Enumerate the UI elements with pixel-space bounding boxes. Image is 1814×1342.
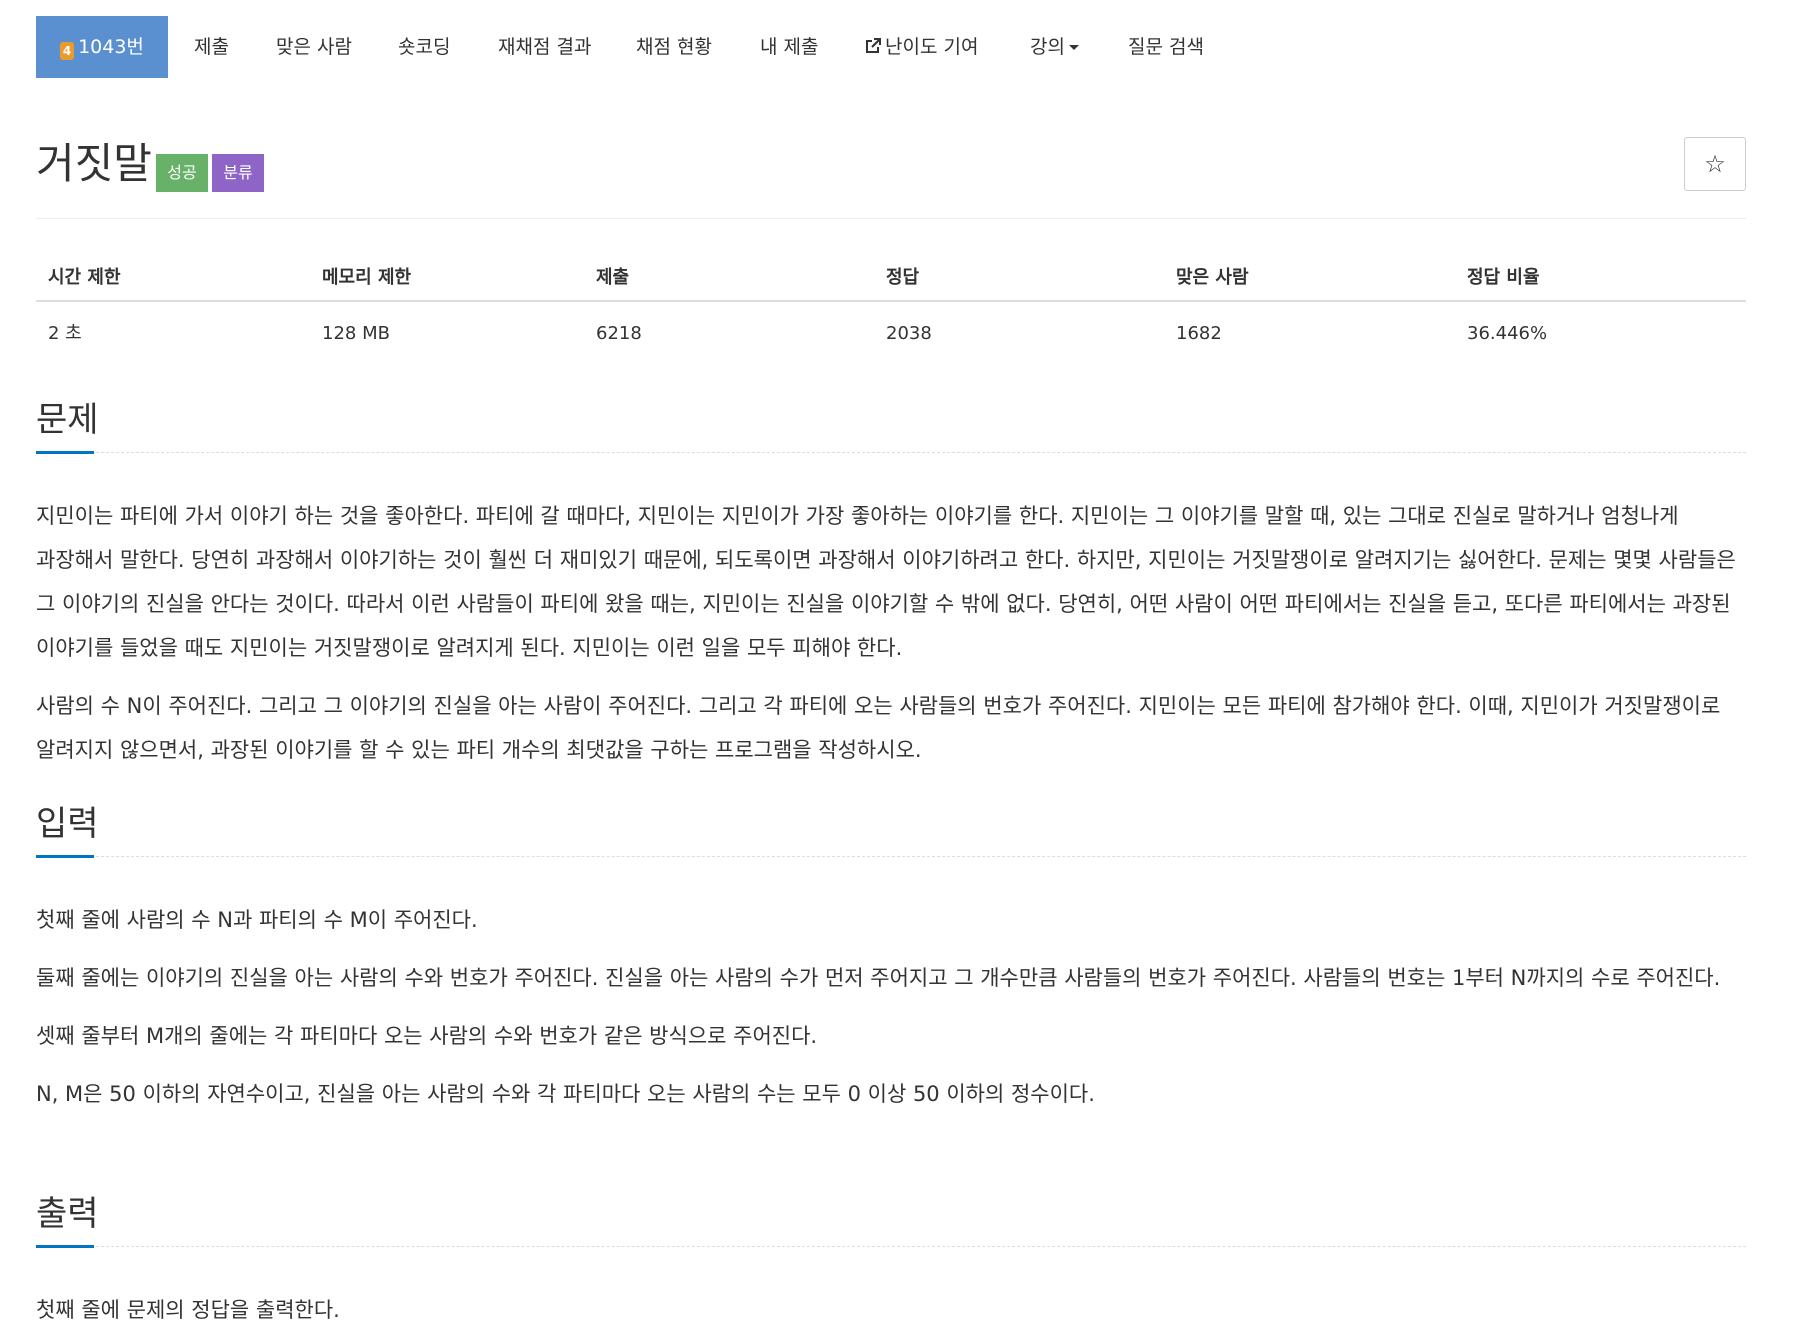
- caret-down-icon: [1068, 45, 1079, 50]
- value-accepted-users: 1682: [1176, 323, 1222, 344]
- title-divider: [36, 218, 1746, 219]
- nav-judge-status[interactable]: 채점 현황: [636, 16, 712, 78]
- header-submissions: 제출: [596, 267, 630, 288]
- table-header-row: 시간 제한 메모리 제한 제출 정답 맞은 사람 정답 비율: [36, 256, 1746, 302]
- nav-rejudge-results[interactable]: 재채점 결과: [498, 16, 591, 78]
- input-paragraph: N, M은 50 이하의 자연수이고, 진실을 아는 사람의 수와 각 파티마다…: [36, 1082, 1095, 1106]
- output-body: 첫째 줄에 문제의 정답을 출력한다.: [36, 1288, 1746, 1332]
- value-accepted: 2038: [886, 323, 932, 344]
- section-header: 입력: [36, 802, 1746, 864]
- status-badge-success[interactable]: 성공: [156, 154, 208, 192]
- problem-title: 거짓말: [36, 139, 152, 188]
- header-memory-limit: 메모리 제한: [322, 267, 412, 288]
- section-divider: [36, 452, 1746, 453]
- nav-short-coding[interactable]: 숏코딩: [398, 16, 450, 78]
- input-paragraph: 첫째 줄에 사람의 수 N과 파티의 수 M이 주어진다.: [36, 908, 478, 932]
- section-underline: [36, 451, 94, 454]
- section-header: 출력: [36, 1192, 1746, 1254]
- category-badge[interactable]: 분류: [212, 154, 264, 192]
- header-accept-ratio: 정답 비율: [1467, 267, 1540, 288]
- external-link-icon: [864, 18, 882, 80]
- table-row: 2 초 128 MB 6218 2038 1682 36.446%: [36, 302, 1746, 346]
- nav-problem-number[interactable]: 4 1043번: [36, 16, 168, 78]
- value-accept-ratio: 36.446%: [1467, 323, 1548, 344]
- header-accepted: 정답: [886, 267, 920, 288]
- description-paragraph: 지민이는 파티에 가서 이야기 하는 것을 좋아한다. 파티에 갈 때마다, 지…: [36, 504, 1736, 660]
- section-underline: [36, 1245, 94, 1248]
- problem-description-body: 지민이는 파티에 가서 이야기 하는 것을 좋아한다. 파티에 갈 때마다, 지…: [36, 494, 1746, 772]
- output-section: 출력 첫째 줄에 문제의 정답을 출력한다.: [36, 1192, 1746, 1332]
- favorite-star-button[interactable]: ☆: [1684, 137, 1746, 191]
- section-title: 입력: [36, 804, 99, 844]
- nav-problem-number-label: 1043번: [78, 36, 144, 58]
- input-body: 첫째 줄에 사람의 수 N과 파티의 수 M이 주어진다. 둘째 줄에는 이야기…: [36, 898, 1746, 1116]
- nav-difficulty-contribution[interactable]: 난이도 기여: [864, 16, 978, 78]
- nav-submit[interactable]: 제출: [194, 16, 229, 78]
- tier-badge-icon: 4: [60, 42, 75, 60]
- section-title: 문제: [36, 400, 99, 440]
- problem-description-section: 문제 지민이는 파티에 가서 이야기 하는 것을 좋아한다. 파티에 갈 때마다…: [36, 398, 1746, 772]
- input-section: 입력 첫째 줄에 사람의 수 N과 파티의 수 M이 주어진다. 둘째 줄에는 …: [36, 802, 1746, 1116]
- nav-accepted-users[interactable]: 맞은 사람: [276, 16, 352, 78]
- section-divider: [36, 1246, 1746, 1247]
- input-paragraph: 셋째 줄부터 M개의 줄에는 각 파티마다 오는 사람의 수와 번호가 같은 방…: [36, 1024, 818, 1048]
- value-memory-limit: 128 MB: [322, 323, 390, 344]
- nav-lecture-dropdown[interactable]: 강의: [1030, 16, 1079, 78]
- problem-info-table: 시간 제한 메모리 제한 제출 정답 맞은 사람 정답 비율 2 초 128 M…: [36, 256, 1746, 346]
- section-divider: [36, 856, 1746, 857]
- nav-lecture-label: 강의: [1030, 36, 1065, 58]
- header-accepted-users: 맞은 사람: [1176, 267, 1249, 288]
- star-icon: ☆: [1704, 150, 1726, 178]
- nav-question-search[interactable]: 질문 검색: [1128, 16, 1204, 78]
- problem-nav: 4 1043번 제출 맞은 사람 숏코딩 재채점 결과 채점 현황 내 제출 난이…: [36, 16, 1746, 78]
- section-underline: [36, 855, 94, 858]
- nav-difficulty-contribution-label: 난이도 기여: [885, 36, 979, 58]
- output-paragraph: 첫째 줄에 문제의 정답을 출력한다.: [36, 1298, 340, 1322]
- input-paragraph: 둘째 줄에는 이야기의 진실을 아는 사람의 수와 번호가 주어진다. 진실을 …: [36, 966, 1721, 990]
- value-submissions: 6218: [596, 323, 642, 344]
- value-time-limit: 2 초: [48, 323, 82, 344]
- section-header: 문제: [36, 398, 1746, 460]
- header-time-limit: 시간 제한: [48, 267, 121, 288]
- nav-my-submissions[interactable]: 내 제출: [760, 16, 818, 78]
- section-title: 출력: [36, 1194, 99, 1234]
- description-paragraph: 사람의 수 N이 주어진다. 그리고 그 이야기의 진실을 아는 사람이 주어진…: [36, 694, 1721, 762]
